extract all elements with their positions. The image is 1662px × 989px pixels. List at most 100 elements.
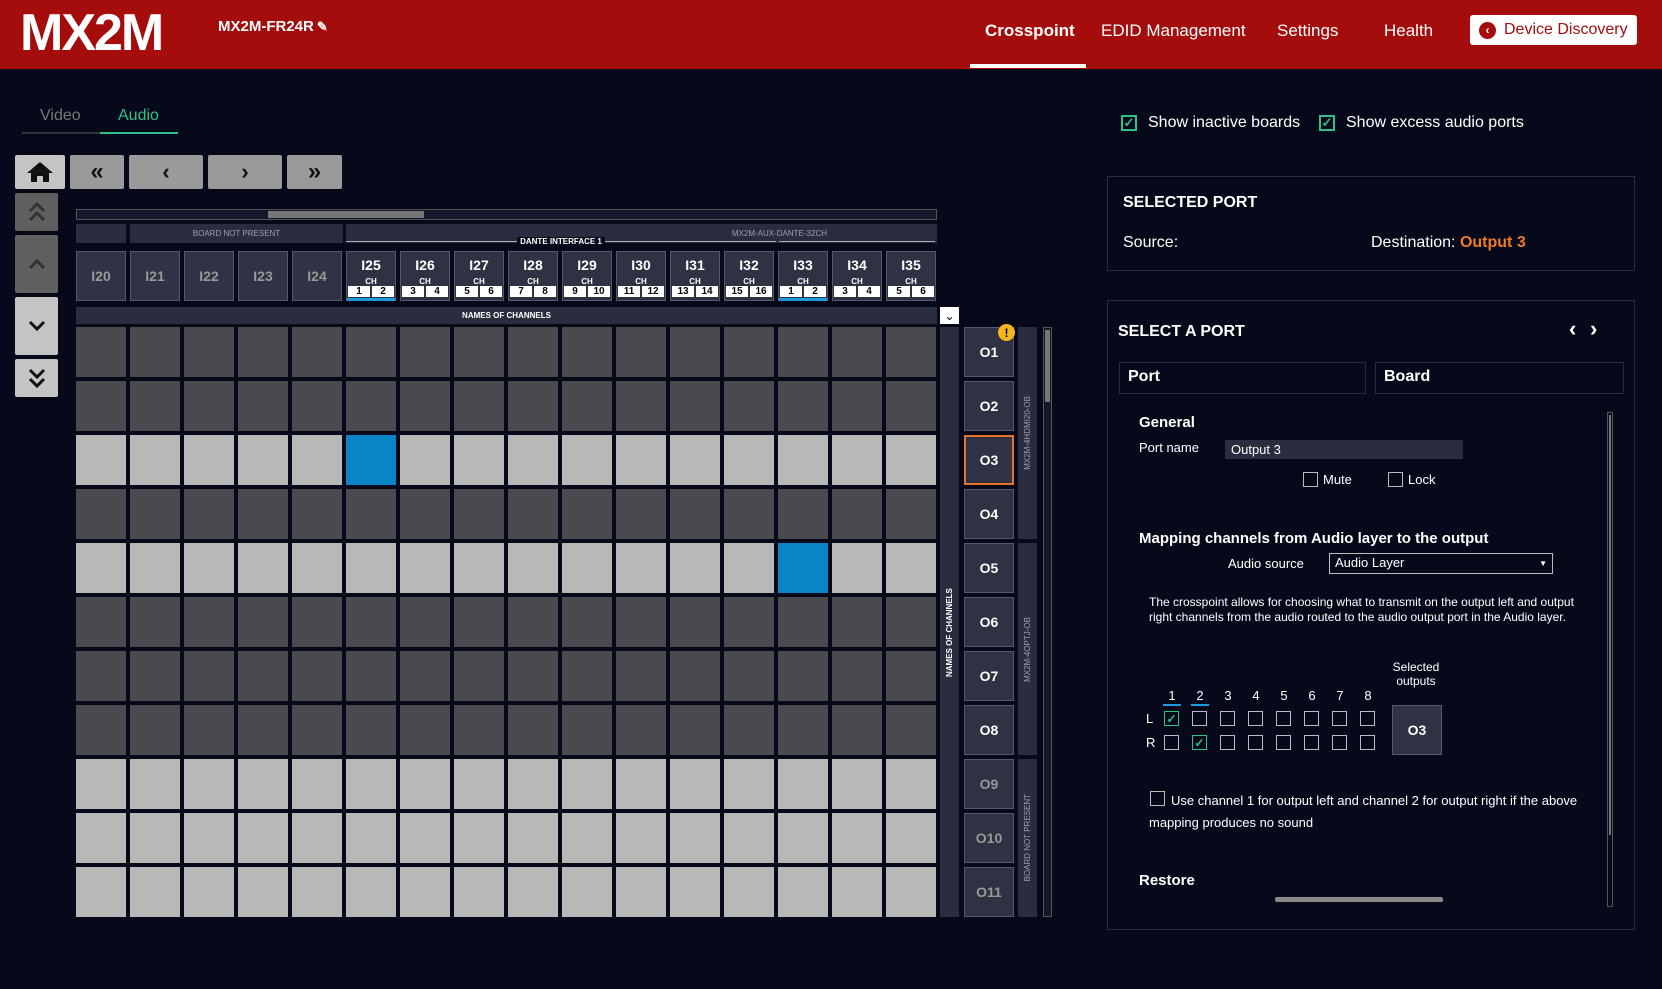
tab-audio[interactable]: Audio: [118, 107, 159, 125]
crosspoint-cell[interactable]: [724, 759, 774, 809]
crosspoint-cell[interactable]: [724, 813, 774, 863]
crosspoint-cell[interactable]: [508, 813, 558, 863]
crosspoint-cell[interactable]: [292, 867, 342, 917]
crosspoint-cell[interactable]: [184, 867, 234, 917]
crosspoint-cell[interactable]: [778, 813, 828, 863]
mapping-l-checkbox[interactable]: [1304, 711, 1319, 726]
mapping-r-checkbox[interactable]: [1304, 735, 1319, 750]
mapping-r-checkbox[interactable]: [1248, 735, 1263, 750]
crosspoint-cell[interactable]: [454, 327, 504, 377]
audio-source-select[interactable]: Audio Layer ▼: [1329, 553, 1553, 574]
mapping-r-checkbox[interactable]: [1332, 735, 1347, 750]
crosspoint-cell[interactable]: [292, 597, 342, 647]
crosspoint-cell[interactable]: [508, 381, 558, 431]
crosspoint-cell[interactable]: [454, 597, 504, 647]
crosspoint-cell[interactable]: [184, 651, 234, 701]
lock-checkbox[interactable]: [1388, 472, 1403, 487]
collapse-names-chevron-icon[interactable]: ⌄: [940, 307, 959, 324]
crosspoint-cell[interactable]: [400, 867, 450, 917]
crosspoint-cell[interactable]: [292, 381, 342, 431]
crosspoint-cell[interactable]: [238, 867, 288, 917]
crosspoint-cell[interactable]: [886, 543, 936, 593]
scroll-up-button[interactable]: [15, 235, 58, 293]
crosspoint-cell[interactable]: [886, 381, 936, 431]
crosspoint-cell[interactable]: [400, 651, 450, 701]
input-header[interactable]: I35 CH 5 6: [886, 251, 936, 301]
warning-icon[interactable]: !: [998, 324, 1015, 341]
scroll-bottom-button[interactable]: [15, 359, 58, 397]
input-header[interactable]: I31 CH 13 14: [670, 251, 720, 301]
crosspoint-cell[interactable]: [238, 327, 288, 377]
crosspoint-cell[interactable]: [292, 327, 342, 377]
crosspoint-cell[interactable]: [238, 651, 288, 701]
crosspoint-cell[interactable]: [454, 651, 504, 701]
tab-video[interactable]: Video: [40, 107, 81, 125]
crosspoint-cell[interactable]: [562, 381, 612, 431]
crosspoint-cell[interactable]: [400, 759, 450, 809]
show-inactive-checkbox[interactable]: ✓: [1121, 115, 1137, 131]
crosspoint-cell[interactable]: [724, 705, 774, 755]
crosspoint-cell[interactable]: [292, 651, 342, 701]
input-header[interactable]: I26 CH 3 4: [400, 251, 450, 301]
crosspoint-cell[interactable]: [346, 381, 396, 431]
crosspoint-cell[interactable]: [184, 759, 234, 809]
crosspoint-cell[interactable]: [886, 489, 936, 539]
crosspoint-cell[interactable]: [778, 759, 828, 809]
crosspoint-cell[interactable]: [76, 543, 126, 593]
crosspoint-cell[interactable]: [778, 651, 828, 701]
input-header[interactable]: I21: [130, 251, 180, 301]
crosspoint-cell[interactable]: [238, 489, 288, 539]
scroll-top-button[interactable]: [15, 193, 58, 231]
output-header[interactable]: O4: [964, 489, 1014, 539]
mapping-r-checkbox[interactable]: [1164, 735, 1179, 750]
crosspoint-cell[interactable]: [562, 327, 612, 377]
crosspoint-cell[interactable]: [670, 597, 720, 647]
crosspoint-cell[interactable]: [292, 489, 342, 539]
crosspoint-cell[interactable]: [670, 381, 720, 431]
crosspoint-cell[interactable]: [346, 651, 396, 701]
crosspoint-cell[interactable]: [130, 543, 180, 593]
prev-port-chevron-icon[interactable]: ‹: [1569, 316, 1576, 342]
crosspoint-cell[interactable]: [400, 597, 450, 647]
crosspoint-cell[interactable]: [778, 381, 828, 431]
input-header[interactable]: I29 CH 9 10: [562, 251, 612, 301]
device-name[interactable]: MX2M-FR24R ✎: [218, 18, 328, 35]
crosspoint-cell[interactable]: [130, 705, 180, 755]
crosspoint-cell[interactable]: [886, 597, 936, 647]
crosspoint-cell[interactable]: [238, 813, 288, 863]
crosspoint-cell[interactable]: [832, 651, 882, 701]
crosspoint-cell-connected[interactable]: [346, 435, 396, 485]
scroll-down-button[interactable]: [15, 297, 58, 355]
crosspoint-cell[interactable]: [616, 759, 666, 809]
crosspoint-cell[interactable]: [832, 543, 882, 593]
input-header[interactable]: I33 CH 1 2: [778, 251, 828, 301]
output-header[interactable]: O6: [964, 597, 1014, 647]
crosspoint-cell[interactable]: [238, 759, 288, 809]
crosspoint-cell[interactable]: [724, 489, 774, 539]
input-header[interactable]: I28 CH 7 8: [508, 251, 558, 301]
input-header[interactable]: I27 CH 5 6: [454, 251, 504, 301]
crosspoint-cell[interactable]: [184, 327, 234, 377]
nav-edid-management[interactable]: EDID Management: [1101, 21, 1246, 41]
grid-horizontal-scrollbar[interactable]: [76, 209, 937, 220]
crosspoint-cell[interactable]: [724, 543, 774, 593]
input-header[interactable]: I32 CH 15 16: [724, 251, 774, 301]
mapping-r-checkbox[interactable]: [1276, 735, 1291, 750]
crosspoint-cell[interactable]: [832, 381, 882, 431]
crosspoint-cell[interactable]: [292, 435, 342, 485]
crosspoint-cell[interactable]: [346, 813, 396, 863]
crosspoint-cell[interactable]: [346, 327, 396, 377]
crosspoint-cell[interactable]: [454, 759, 504, 809]
input-header[interactable]: I34 CH 3 4: [832, 251, 882, 301]
grid-vertical-scrollbar[interactable]: [1043, 327, 1052, 917]
pencil-icon[interactable]: ✎: [317, 19, 328, 35]
crosspoint-cell[interactable]: [454, 705, 504, 755]
output-header[interactable]: O2: [964, 381, 1014, 431]
crosspoint-cell[interactable]: [400, 813, 450, 863]
crosspoint-cell[interactable]: [886, 759, 936, 809]
crosspoint-cell[interactable]: [508, 489, 558, 539]
crosspoint-cell[interactable]: [130, 813, 180, 863]
crosspoint-cell[interactable]: [454, 813, 504, 863]
crosspoint-cell[interactable]: [886, 813, 936, 863]
crosspoint-cell[interactable]: [670, 543, 720, 593]
